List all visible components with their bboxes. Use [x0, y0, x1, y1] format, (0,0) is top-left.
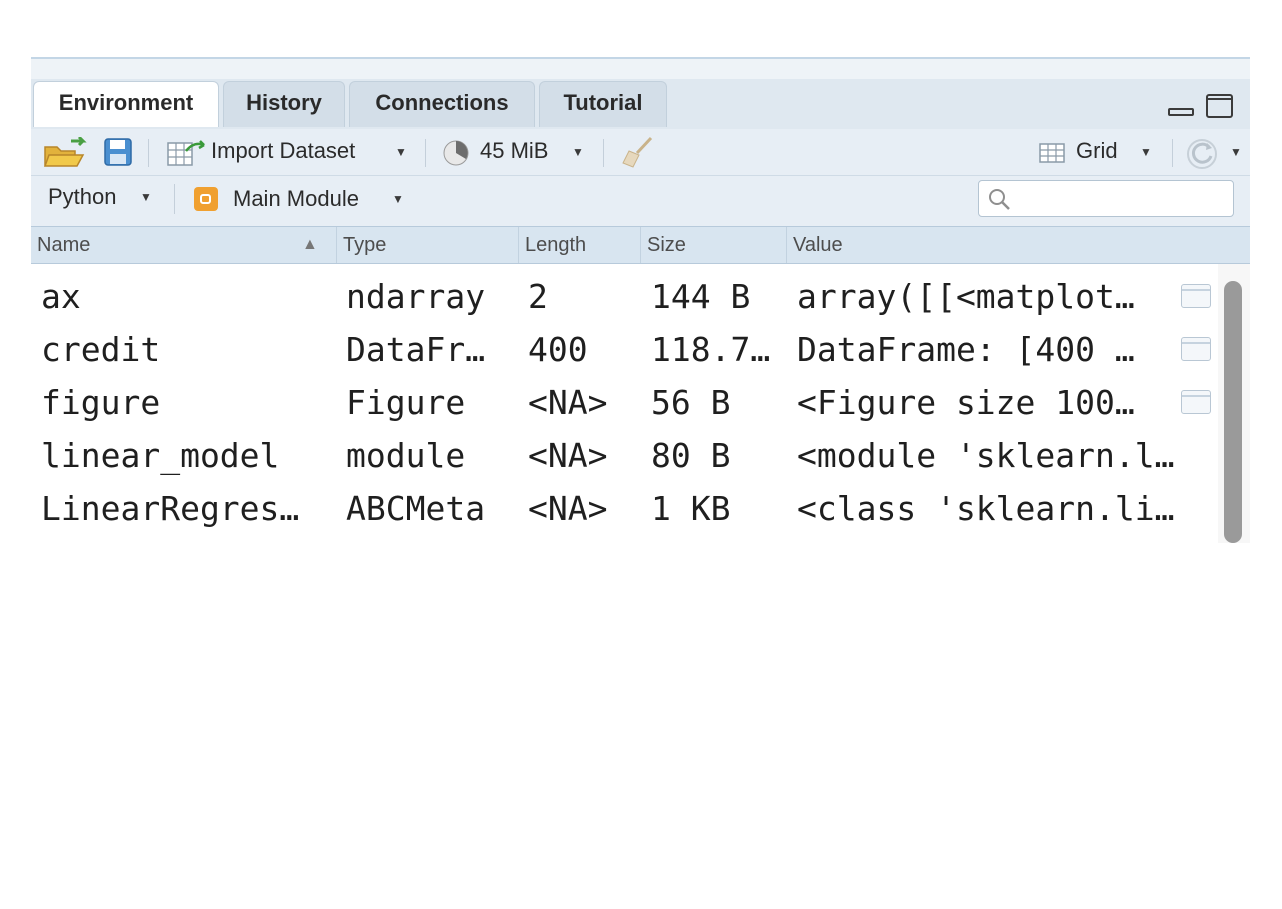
variable-name: credit — [41, 330, 161, 369]
variable-length: 400 — [528, 330, 588, 369]
search-input[interactable] — [1021, 185, 1225, 213]
table-row[interactable]: LinearRegres… ABCMeta <NA> 1 KB <class '… — [31, 482, 1215, 535]
minimize-pane-icon[interactable] — [1168, 108, 1194, 116]
variable-length: <NA> — [528, 383, 608, 422]
variable-name: ax — [41, 277, 81, 316]
variable-type: ABCMeta — [346, 489, 486, 528]
refresh-icon[interactable] — [1185, 137, 1219, 171]
variable-length: <NA> — [528, 489, 608, 528]
chevron-down-icon[interactable]: ▼ — [395, 145, 407, 159]
broom-icon[interactable] — [621, 135, 655, 169]
variable-name: figure — [41, 383, 161, 422]
variable-type: ndarray — [346, 277, 486, 316]
environment-toolbar: Import Dataset ▼ 45 MiB ▼ Grid ▼ ▼ — [31, 129, 1250, 176]
variable-length: 2 — [528, 277, 548, 316]
variable-type: module — [346, 436, 466, 475]
variable-name: linear_model — [41, 436, 280, 475]
chevron-down-icon[interactable]: ▼ — [1230, 145, 1242, 159]
open-folder-icon[interactable] — [43, 137, 87, 169]
variable-size: 144 B — [651, 277, 751, 316]
context-toolbar: Python ▼ Main Module ▼ — [31, 176, 1250, 226]
module-selector[interactable]: Main Module — [233, 186, 359, 212]
tab-history[interactable]: History — [223, 81, 345, 127]
variable-size: 80 B — [651, 436, 731, 475]
import-dataset-button[interactable]: Import Dataset — [211, 138, 355, 164]
search-field[interactable] — [978, 180, 1234, 217]
import-dataset-icon[interactable] — [166, 139, 208, 167]
view-data-icon[interactable] — [1181, 284, 1211, 308]
tab-tutorial[interactable]: Tutorial — [539, 81, 667, 127]
sort-ascending-icon[interactable]: ▲ — [302, 227, 318, 263]
variable-name: LinearRegres… — [41, 489, 300, 528]
variable-value: DataFrame: [400 … — [797, 330, 1135, 369]
tab-bar: Environment History Connections Tutorial — [31, 59, 1250, 129]
tab-environment[interactable]: Environment — [33, 81, 219, 127]
table-header: Name ▲ Type Length Size Value — [31, 226, 1250, 264]
tab-connections[interactable]: Connections — [349, 81, 535, 127]
variable-type: Figure — [346, 383, 466, 422]
maximize-pane-icon[interactable] — [1206, 94, 1233, 118]
memory-usage-icon[interactable] — [442, 139, 470, 167]
column-header-type[interactable]: Type — [337, 227, 519, 263]
environment-pane: Environment History Connections Tutorial… — [31, 57, 1250, 543]
search-icon — [989, 189, 1010, 210]
table-row[interactable]: ax ndarray 2 144 B array([[<matplot… — [31, 270, 1215, 323]
variable-value: <Figure size 100… — [797, 383, 1135, 422]
chevron-down-icon[interactable]: ▼ — [572, 145, 584, 159]
chevron-down-icon[interactable]: ▼ — [140, 190, 152, 204]
language-selector[interactable]: Python — [48, 184, 117, 210]
variable-value: <module 'sklearn.l… — [797, 436, 1175, 475]
column-header-length[interactable]: Length — [519, 227, 641, 263]
memory-usage-button[interactable]: 45 MiB — [480, 138, 548, 164]
column-header-name[interactable]: Name ▲ — [31, 227, 337, 263]
view-data-icon[interactable] — [1181, 390, 1211, 414]
view-mode-button[interactable]: Grid — [1076, 138, 1118, 164]
table-row[interactable]: linear_model module <NA> 80 B <module 's… — [31, 429, 1215, 482]
variable-length: <NA> — [528, 436, 608, 475]
variable-size: 1 KB — [651, 489, 731, 528]
variable-size: 118.7… — [651, 330, 771, 369]
column-header-size[interactable]: Size — [641, 227, 787, 263]
variable-value: array([[<matplot… — [797, 277, 1135, 316]
scrollbar-thumb[interactable] — [1224, 281, 1242, 543]
variable-type: DataFr… — [346, 330, 486, 369]
variable-value: <class 'sklearn.li… — [797, 489, 1175, 528]
save-icon[interactable] — [103, 137, 133, 167]
variable-size: 56 B — [651, 383, 731, 422]
view-data-icon[interactable] — [1181, 337, 1211, 361]
table-row[interactable]: credit DataFr… 400 118.7… DataFrame: [40… — [31, 323, 1215, 376]
module-icon — [194, 187, 218, 211]
grid-view-icon[interactable] — [1038, 141, 1068, 165]
chevron-down-icon[interactable]: ▼ — [1140, 145, 1152, 159]
column-header-value[interactable]: Value — [787, 227, 1250, 263]
table-row[interactable]: figure Figure <NA> 56 B <Figure size 100… — [31, 376, 1215, 429]
chevron-down-icon[interactable]: ▼ — [392, 192, 404, 206]
